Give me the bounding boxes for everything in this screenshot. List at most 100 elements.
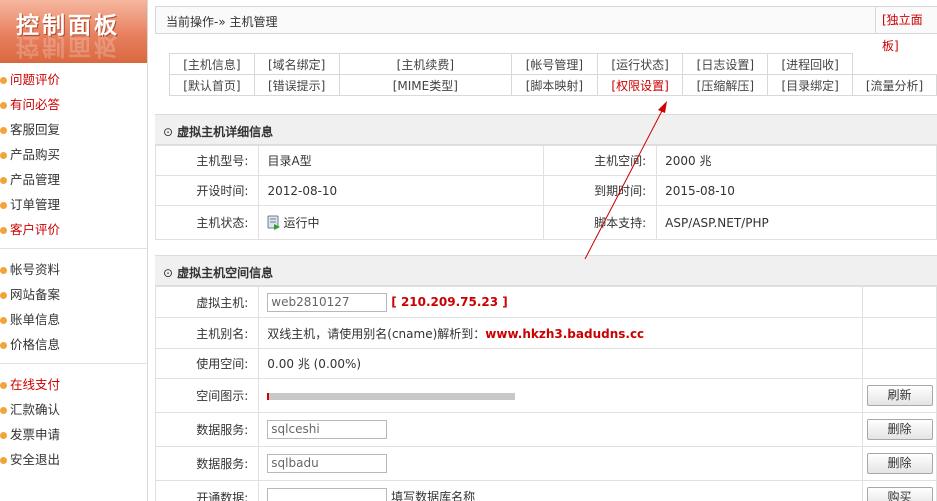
sidebar-item-label: 价格信息 — [10, 337, 61, 352]
delete-db-button[interactable]: 删除 — [866, 453, 933, 474]
sidebar-item[interactable]: 安全退出 — [0, 447, 147, 472]
nav-link[interactable]: [进程回收] — [767, 53, 854, 75]
open-db-label: 开通数据: — [154, 480, 260, 501]
bullet-icon — [0, 127, 7, 134]
status-cell: 运行中 — [258, 205, 544, 240]
collapse-circle-icon[interactable]: ⊙ — [163, 125, 173, 139]
host-label: 虚拟主机: — [154, 286, 260, 318]
nav-link[interactable]: [流量分析] — [852, 74, 937, 96]
db-name-field[interactable]: sqlbadu — [267, 454, 388, 473]
sidebar-item[interactable]: 客户评价 — [0, 217, 147, 242]
bullet-icon — [0, 77, 7, 84]
refresh-button[interactable]: 刷新 — [866, 385, 933, 406]
db-service-label: 数据服务: — [154, 412, 260, 447]
sidebar-item[interactable]: 在线支付 — [0, 372, 147, 397]
nav-link[interactable]: [域名绑定] — [253, 53, 340, 75]
sidebar-item[interactable]: 客服回复 — [0, 117, 147, 142]
delete-db-button[interactable]: 删除 — [866, 419, 933, 440]
nav-link[interactable]: [脚本映射] — [511, 74, 598, 96]
control-panel-page: 控制面板 控制面板 问题评价有问必答客服回复产品购买产品管理订单管理客户评价 帐… — [0, 0, 937, 501]
server-running-icon — [267, 215, 281, 231]
nav-link[interactable]: [权限设置] — [596, 74, 684, 96]
collapse-circle-icon[interactable]: ⊙ — [163, 266, 173, 280]
space-diagram-label: 空间图示: — [154, 378, 260, 413]
sidebar-item[interactable]: 价格信息 — [0, 332, 147, 357]
expire-date-value: 2015-08-10 — [656, 175, 937, 206]
bullet-icon — [0, 202, 7, 209]
sidebar-item-label: 网站备案 — [10, 287, 61, 302]
host-ip: [ 210.209.75.23 ] — [391, 294, 508, 309]
sidebar-item[interactable]: 产品管理 — [0, 167, 147, 192]
sidebar-item-label: 安全退出 — [10, 452, 61, 467]
sidebar-item-label: 客户评价 — [10, 222, 61, 237]
sidebar: 控制面板 控制面板 问题评价有问必答客服回复产品购买产品管理订单管理客户评价 帐… — [0, 0, 148, 501]
nav-link[interactable]: [主机续费] — [338, 53, 513, 75]
open-db-hint: 填写数据库名称 — [391, 490, 476, 501]
sidebar-item[interactable]: 发票申请 — [0, 422, 147, 447]
alias-cname: www.hkzh3.badudns.cc — [485, 326, 645, 341]
sidebar-item[interactable]: 产品购买 — [0, 142, 147, 167]
details-table: 主机型号: 目录A型 主机空间: 2000 兆 开设时间: 2012-08-10… — [154, 145, 937, 240]
bullet-icon — [0, 292, 7, 299]
used-space-label: 使用空间: — [154, 348, 260, 379]
nav-link[interactable]: [日志设置] — [682, 53, 769, 75]
db-name-field[interactable]: sqlceshi — [267, 420, 388, 439]
sidebar-item-label: 帐号资料 — [10, 262, 61, 277]
sidebar-item[interactable]: 账单信息 — [0, 307, 147, 332]
alias-label: 主机别名: — [154, 317, 260, 349]
sidebar-item[interactable]: 有问必答 — [0, 92, 147, 117]
nav-link[interactable]: [压缩解压] — [682, 74, 769, 96]
nav-link[interactable]: [目录绑定] — [767, 74, 854, 96]
used-space-value: 0.00 兆 (0.00%) — [258, 348, 864, 379]
bullet-icon — [0, 457, 7, 464]
nav-link[interactable]: [帐号管理] — [511, 53, 598, 75]
model-value: 目录A型 — [258, 145, 544, 176]
nav-link[interactable]: [MIME类型] — [338, 74, 513, 96]
logo: 控制面板 控制面板 — [0, 0, 147, 63]
sidebar-item-label: 产品管理 — [10, 172, 61, 187]
nav-link[interactable]: [错误提示] — [253, 74, 340, 96]
space-section-header: ⊙ 虚拟主机空间信息 — [155, 255, 937, 286]
sidebar-item[interactable]: 网站备案 — [0, 282, 147, 307]
sidebar-item-label: 客服回复 — [10, 122, 61, 137]
space-table: 虚拟主机: web2810127[ 210.209.75.23 ] 主机别名: … — [154, 286, 937, 501]
sidebar-item[interactable]: 订单管理 — [0, 192, 147, 217]
buy-db-button[interactable]: 购买 — [866, 487, 933, 501]
space-label: 主机空间: — [542, 145, 658, 176]
nav-link[interactable]: [主机信息] — [169, 53, 255, 75]
open-date-value: 2012-08-10 — [258, 175, 544, 206]
sidebar-menu-service: 问题评价有问必答客服回复产品购买产品管理订单管理客户评价 — [0, 67, 147, 242]
bullet-icon — [0, 102, 7, 109]
nav-link[interactable]: [运行状态] — [596, 53, 684, 75]
sidebar-item-label: 有问必答 — [10, 97, 61, 112]
nav-row: [主机信息] [域名绑定] [主机续费] [帐号管理] [运行状态] [日志设置] [进程回… — [169, 53, 937, 75]
script-support-label: 脚本支持: — [542, 205, 658, 240]
nav-link[interactable]: [默认首页] — [169, 74, 255, 96]
space-usage-bar — [267, 392, 516, 400]
sidebar-item-label: 账单信息 — [10, 312, 61, 327]
space-section-title: 虚拟主机空间信息 — [177, 266, 274, 280]
bullet-icon — [0, 267, 7, 274]
host-name-field[interactable]: web2810127 — [267, 292, 388, 312]
space-value: 2000 兆 — [656, 145, 937, 176]
sidebar-divider — [0, 248, 147, 249]
model-label: 主机型号: — [154, 145, 260, 176]
sidebar-item-label: 在线支付 — [10, 377, 61, 392]
bullet-icon — [0, 227, 7, 234]
details-section-header: ⊙ 虚拟主机详细信息 — [155, 114, 937, 145]
logo-reflection: 控制面板 — [16, 33, 120, 59]
db-service-label: 数据服务: — [154, 446, 260, 481]
sidebar-item-label: 发票申请 — [10, 427, 61, 442]
new-db-name-input[interactable] — [267, 488, 388, 501]
alias-text: 双线主机，请使用别名(cname)解析到： — [267, 326, 486, 341]
bullet-icon — [0, 342, 7, 349]
independent-panel-link[interactable]: [独立面板] — [875, 7, 937, 53]
script-support-value: ASP/ASP.NET/PHP — [656, 205, 937, 240]
expire-date-label: 到期时间: — [542, 175, 658, 206]
bullet-icon — [0, 382, 7, 389]
sidebar-item[interactable]: 帐号资料 — [0, 257, 147, 282]
sidebar-item[interactable]: 问题评价 — [0, 67, 147, 92]
sidebar-item[interactable]: 汇款确认 — [0, 397, 147, 422]
sidebar-item-label: 汇款确认 — [10, 402, 61, 417]
open-date-label: 开设时间: — [154, 175, 260, 206]
